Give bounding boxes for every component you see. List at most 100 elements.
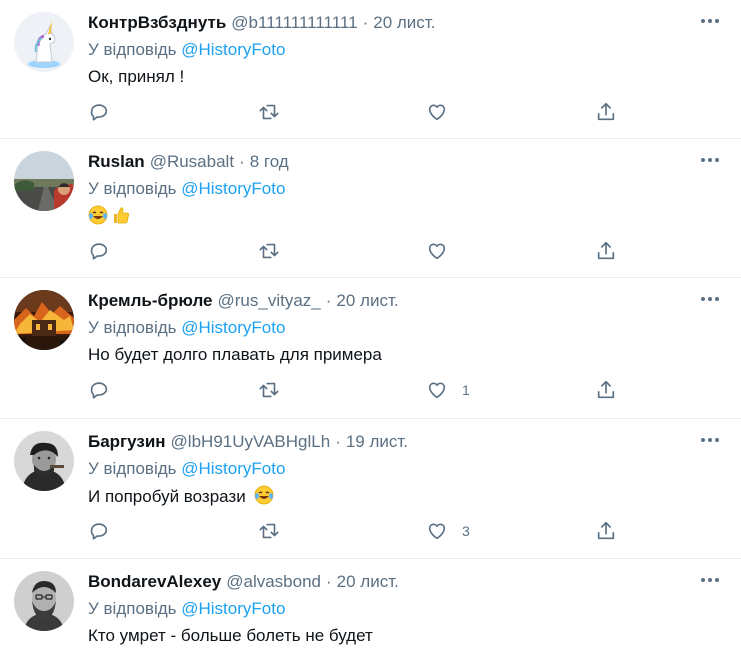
like-button[interactable]: 1 bbox=[426, 378, 470, 402]
reply-tweet[interactable]: Ruslan @Rusabalt · 8 год У відповідь @Histo… bbox=[0, 139, 741, 278]
reply-prefix: У відповідь bbox=[88, 40, 177, 59]
tweet-text-content: И попробуй возрази bbox=[88, 487, 246, 506]
share-button[interactable] bbox=[595, 519, 617, 543]
like-button[interactable] bbox=[426, 239, 462, 263]
reply-prefix: У відповідь bbox=[88, 599, 177, 618]
mention-link[interactable]: @HistoryFoto bbox=[181, 599, 285, 618]
tweet-header: Баргузин @lbH91UyVABHglLh · 19 лист. bbox=[88, 432, 408, 452]
tears-of-joy-emoji-icon bbox=[255, 485, 274, 505]
tweet-text bbox=[88, 205, 134, 228]
mention-link[interactable]: @HistoryFoto bbox=[181, 40, 285, 59]
separator-dot: · bbox=[335, 432, 341, 451]
separator-dot: · bbox=[326, 572, 332, 591]
reply-context: У відповідь @HistoryFoto bbox=[88, 318, 285, 338]
reply-icon bbox=[90, 243, 108, 260]
retweet-icon bbox=[259, 243, 279, 259]
tweet-header: КонтрВзбзднуть @b111111111111 · 20 лист. bbox=[88, 13, 435, 33]
tweet-header: Кремль-брюле @rus_vityaz_ · 20 лист. bbox=[88, 291, 399, 311]
retweet-button[interactable] bbox=[258, 519, 294, 543]
mention-link[interactable]: @HistoryFoto bbox=[181, 318, 285, 337]
reply-icon bbox=[90, 104, 108, 121]
reply-prefix: У відповідь bbox=[88, 459, 177, 478]
like-button[interactable] bbox=[426, 100, 462, 124]
share-icon bbox=[597, 241, 615, 260]
like-count: 3 bbox=[462, 523, 470, 539]
timestamp[interactable]: 19 лист. bbox=[346, 432, 408, 451]
separator-dot: · bbox=[362, 13, 369, 32]
timestamp[interactable]: 20 лист. bbox=[336, 291, 398, 310]
author-name[interactable]: КонтрВзбзднуть bbox=[88, 13, 226, 32]
timestamp[interactable]: 8 год bbox=[250, 152, 289, 171]
reply-feed: КонтрВзбзднуть @b111111111111 · 20 лист. У … bbox=[0, 0, 741, 663]
tweet-header: Ruslan @Rusabalt · 8 год bbox=[88, 152, 289, 172]
retweet-icon bbox=[259, 104, 279, 120]
burning-building-avatar[interactable] bbox=[14, 290, 74, 350]
more-options-icon[interactable] bbox=[697, 153, 723, 167]
mention-link[interactable]: @HistoryFoto bbox=[181, 179, 285, 198]
tweet-text: Кто умрет - больше болеть не будет bbox=[88, 626, 373, 645]
tweet-actions: 3 bbox=[88, 519, 628, 543]
reply-button[interactable] bbox=[88, 519, 124, 543]
reply-tweet[interactable]: Кремль-брюле @rus_vityaz_ · 20 лист. У відп… bbox=[0, 278, 741, 419]
reply-context: У відповідь @HistoryFoto bbox=[88, 459, 285, 479]
more-options-icon[interactable] bbox=[697, 14, 723, 28]
heart-icon bbox=[428, 243, 446, 260]
author-name[interactable]: Баргузин bbox=[88, 432, 166, 451]
author-name[interactable]: Кремль-брюле bbox=[88, 291, 213, 310]
author-name[interactable]: BondarevAlexey bbox=[88, 572, 221, 591]
author-name[interactable]: Ruslan bbox=[88, 152, 145, 171]
reply-prefix: У відповідь bbox=[88, 179, 177, 198]
reply-context: У відповідь @HistoryFoto bbox=[88, 179, 285, 199]
man-with-cigar-avatar[interactable] bbox=[14, 431, 74, 491]
retweet-icon bbox=[259, 523, 279, 539]
more-options-icon[interactable] bbox=[697, 433, 723, 447]
mention-link[interactable]: @HistoryFoto bbox=[181, 459, 285, 478]
reply-tweet[interactable]: BondarevAlexey @alvasbond · 20 лист. У відп… bbox=[0, 559, 741, 663]
like-button[interactable]: 3 bbox=[426, 519, 470, 543]
share-button[interactable] bbox=[595, 239, 617, 263]
timestamp[interactable]: 20 лист. bbox=[337, 572, 399, 591]
reply-button[interactable] bbox=[88, 239, 124, 263]
separator-dot: · bbox=[325, 291, 332, 310]
more-options-icon[interactable] bbox=[697, 573, 723, 587]
reply-button[interactable] bbox=[88, 378, 124, 402]
retweet-button[interactable] bbox=[258, 378, 294, 402]
author-handle[interactable]: @rus_vityaz_ bbox=[218, 291, 321, 310]
timestamp[interactable]: 20 лист. bbox=[373, 13, 435, 32]
reply-icon bbox=[90, 382, 108, 399]
reply-tweet[interactable]: Баргузин @lbH91UyVABHglLh · 19 лист. У відп… bbox=[0, 419, 741, 559]
tweet-text: И попробуй возрази bbox=[88, 485, 277, 508]
retweet-button[interactable] bbox=[258, 239, 294, 263]
tears-of-joy-emoji-icon bbox=[88, 205, 108, 225]
reply-button[interactable] bbox=[88, 100, 124, 124]
author-handle[interactable]: @alvasbond bbox=[226, 572, 321, 591]
heart-icon bbox=[428, 382, 446, 399]
tweet-text: Но будет долго плавать для примера bbox=[88, 345, 382, 364]
thumbs-up-emoji-icon bbox=[114, 207, 129, 224]
share-icon bbox=[597, 380, 615, 399]
author-handle[interactable]: @Rusabalt bbox=[150, 152, 234, 171]
reply-tweet[interactable]: КонтрВзбзднуть @b111111111111 · 20 лист. У … bbox=[0, 0, 741, 139]
share-icon bbox=[597, 102, 615, 121]
tweet-header: BondarevAlexey @alvasbond · 20 лист. bbox=[88, 572, 399, 592]
tweet-actions bbox=[88, 100, 628, 124]
share-button[interactable] bbox=[595, 100, 617, 124]
bearded-man-avatar[interactable] bbox=[14, 571, 74, 631]
reply-context: У відповідь @HistoryFoto bbox=[88, 40, 285, 60]
author-handle[interactable]: @b111111111111 bbox=[231, 13, 357, 32]
reply-prefix: У відповідь bbox=[88, 318, 177, 337]
reply-icon bbox=[90, 523, 108, 540]
separator-dot: · bbox=[239, 152, 245, 171]
unicorn-avatar[interactable] bbox=[14, 12, 74, 72]
tweet-actions bbox=[88, 239, 628, 263]
road-landscape-avatar[interactable] bbox=[14, 151, 74, 211]
heart-icon bbox=[428, 523, 446, 540]
author-handle[interactable]: @lbH91UyVABHglLh bbox=[171, 432, 331, 451]
share-icon bbox=[597, 521, 615, 540]
tweet-text: Ок, принял ! bbox=[88, 67, 185, 86]
retweet-icon bbox=[259, 382, 279, 398]
retweet-button[interactable] bbox=[258, 100, 294, 124]
share-button[interactable] bbox=[595, 378, 617, 402]
more-options-icon[interactable] bbox=[697, 292, 723, 306]
reply-context: У відповідь @HistoryFoto bbox=[88, 599, 285, 619]
